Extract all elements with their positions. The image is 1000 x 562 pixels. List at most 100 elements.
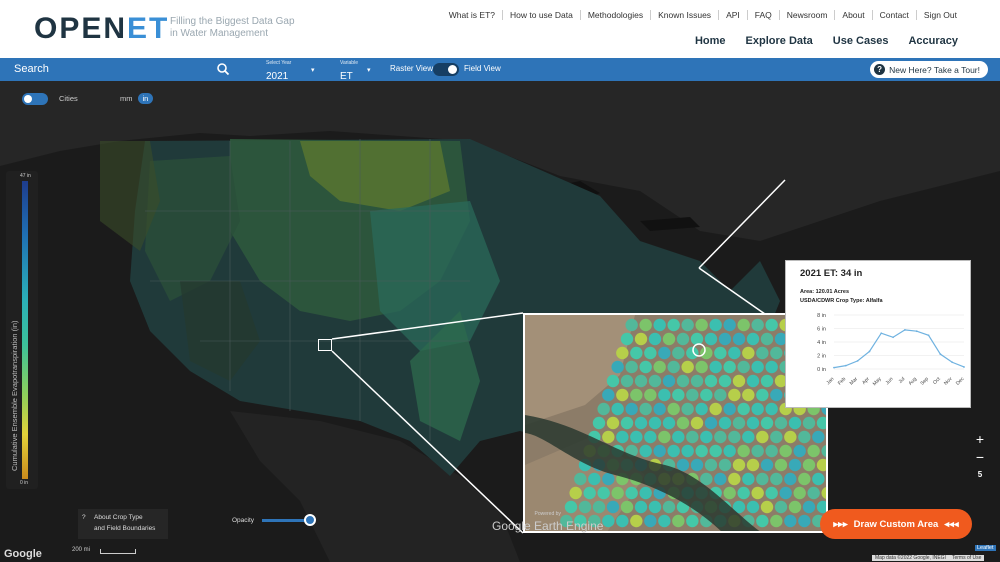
field-circle[interactable]	[606, 374, 620, 388]
cities-toggle[interactable]	[22, 93, 48, 105]
unit-mm-option[interactable]: mm	[115, 93, 138, 104]
field-circle[interactable]	[681, 360, 694, 374]
link-known-issues[interactable]: Known Issues	[650, 10, 718, 20]
field-circle[interactable]	[704, 374, 718, 388]
field-circle[interactable]	[667, 360, 680, 374]
unit-in-option[interactable]: in	[137, 93, 154, 104]
field-circle[interactable]	[788, 500, 802, 514]
field-circle[interactable]	[634, 416, 648, 430]
field-circle[interactable]	[653, 318, 666, 332]
field-circle[interactable]	[784, 514, 797, 528]
nav-use-cases[interactable]: Use Cases	[833, 35, 889, 47]
nav-explore-data[interactable]: Explore Data	[746, 35, 813, 47]
field-circle[interactable]	[611, 402, 624, 416]
field-circle[interactable]	[760, 332, 774, 346]
field-circle[interactable]	[620, 500, 634, 514]
field-circle[interactable]	[756, 514, 769, 528]
field-circle[interactable]	[742, 430, 755, 444]
field-circle[interactable]	[807, 444, 820, 458]
field-circle[interactable]	[742, 346, 755, 360]
field-circle[interactable]	[760, 416, 774, 430]
field-circle[interactable]	[686, 346, 699, 360]
field-circle[interactable]	[704, 458, 718, 472]
field-view-label[interactable]: Field View	[464, 64, 501, 73]
field-circle[interactable]	[648, 332, 662, 346]
field-circle[interactable]	[723, 318, 736, 332]
field-circle[interactable]	[667, 402, 680, 416]
field-circle[interactable]	[634, 374, 648, 388]
field-circle[interactable]	[732, 332, 746, 346]
field-circle[interactable]	[616, 388, 629, 402]
field-circle[interactable]	[620, 374, 634, 388]
field-circle[interactable]	[751, 318, 764, 332]
field-circle[interactable]	[592, 416, 606, 430]
field-circle[interactable]	[690, 458, 704, 472]
field-circle[interactable]	[756, 430, 769, 444]
field-circle[interactable]	[709, 444, 722, 458]
opacity-slider-handle[interactable]	[303, 514, 316, 526]
field-circle[interactable]	[676, 416, 690, 430]
field-circle[interactable]	[700, 430, 713, 444]
field-circle[interactable]	[788, 416, 802, 430]
field-circle[interactable]	[770, 514, 783, 528]
field-circle[interactable]	[756, 472, 769, 486]
link-faq[interactable]: FAQ	[746, 10, 779, 20]
field-circle[interactable]	[695, 318, 708, 332]
field-circle[interactable]	[630, 346, 643, 360]
field-circle[interactable]	[616, 430, 629, 444]
field-circle[interactable]	[658, 388, 671, 402]
field-circle[interactable]	[695, 444, 708, 458]
field-circle[interactable]	[606, 416, 620, 430]
field-circle[interactable]	[658, 514, 671, 528]
field-circle[interactable]	[737, 360, 750, 374]
field-circle[interactable]	[653, 444, 666, 458]
field-circle[interactable]	[630, 514, 643, 528]
field-circle[interactable]	[658, 430, 671, 444]
field-circle[interactable]	[620, 332, 634, 346]
field-circle[interactable]	[723, 402, 736, 416]
take-tour-button[interactable]: ? New Here? Take a Tour!	[870, 61, 988, 78]
field-circle[interactable]	[774, 416, 788, 430]
field-circle[interactable]	[700, 388, 713, 402]
field-circle[interactable]	[639, 402, 652, 416]
search-icon[interactable]	[216, 62, 230, 76]
field-circle[interactable]	[723, 444, 736, 458]
field-circle[interactable]	[807, 486, 820, 500]
field-circle[interactable]	[732, 416, 746, 430]
field-circle[interactable]	[798, 430, 811, 444]
link-sign-out[interactable]: Sign Out	[915, 10, 964, 20]
draw-custom-area-button[interactable]: ▸▸▸ Draw Custom Area ◂◂◂	[820, 509, 972, 539]
field-circle[interactable]	[812, 430, 825, 444]
field-circle[interactable]	[690, 416, 704, 430]
link-what-is-et[interactable]: What is ET?	[442, 10, 502, 20]
field-circle[interactable]	[714, 388, 727, 402]
field-circle[interactable]	[583, 486, 596, 500]
field-circle[interactable]	[658, 346, 671, 360]
field-circle[interactable]	[676, 374, 690, 388]
field-circle[interactable]	[662, 332, 676, 346]
field-circle[interactable]	[639, 360, 652, 374]
field-circle[interactable]	[704, 332, 718, 346]
leaflet-credit[interactable]: Leaflet	[975, 545, 996, 551]
openet-logo[interactable]: OPENET	[34, 12, 169, 46]
field-circle[interactable]	[644, 388, 657, 402]
nav-accuracy[interactable]: Accuracy	[908, 35, 958, 47]
field-circle[interactable]	[751, 402, 764, 416]
field-circle[interactable]	[602, 514, 615, 528]
field-circle[interactable]	[784, 430, 797, 444]
raster-view-label[interactable]: Raster View	[390, 64, 433, 73]
field-circle[interactable]	[644, 346, 657, 360]
field-circle[interactable]	[690, 374, 704, 388]
field-circle[interactable]	[662, 500, 676, 514]
field-circle[interactable]	[746, 458, 760, 472]
field-circle[interactable]	[760, 374, 774, 388]
field-circle[interactable]	[714, 472, 727, 486]
field-circle[interactable]	[616, 514, 629, 528]
field-circle[interactable]	[634, 332, 648, 346]
field-circle[interactable]	[676, 458, 690, 472]
field-circle[interactable]	[784, 472, 797, 486]
search-input[interactable]: Search	[14, 63, 49, 75]
field-circle[interactable]	[574, 472, 587, 486]
field-circle[interactable]	[765, 444, 778, 458]
field-circle[interactable]	[686, 430, 699, 444]
